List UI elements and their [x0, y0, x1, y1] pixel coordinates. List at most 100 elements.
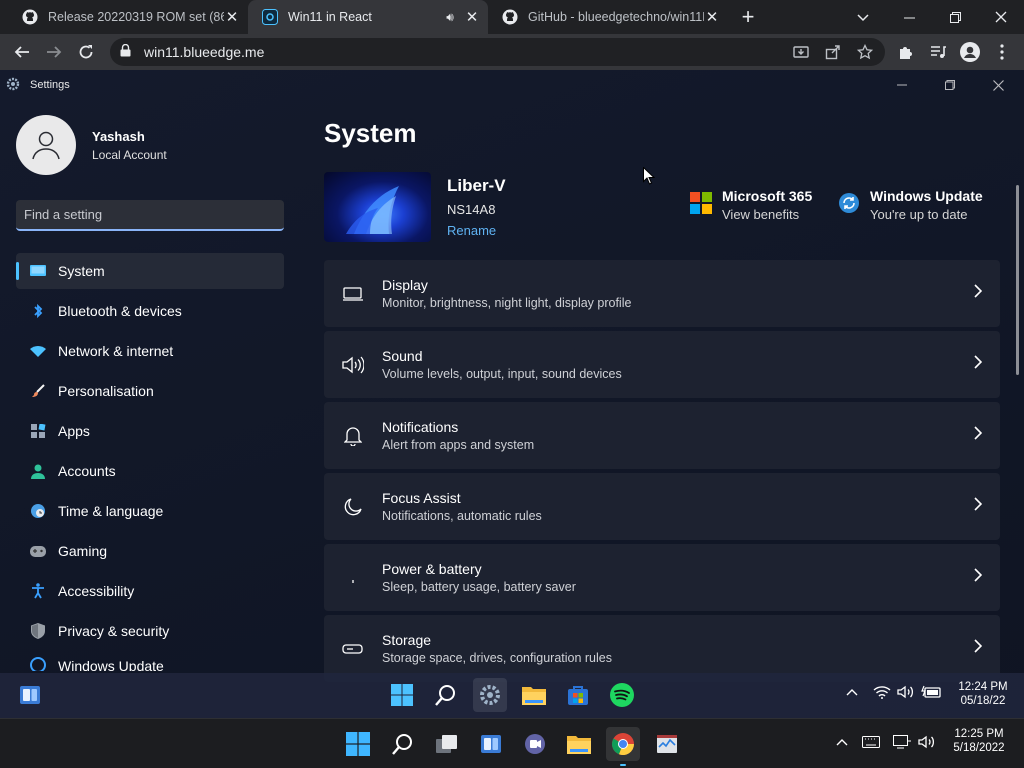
- rename-link[interactable]: Rename: [447, 223, 506, 238]
- arrow-right-icon: [47, 46, 62, 58]
- restore-icon: [949, 11, 961, 23]
- avatar: [16, 115, 76, 175]
- speaker-icon[interactable]: 🔊︎: [442, 10, 458, 25]
- task-manager-icon[interactable]: [650, 727, 684, 761]
- close-icon[interactable]: ✕: [704, 8, 720, 26]
- os-taskbar: 12:25 PM 5/18/2022: [0, 718, 1024, 768]
- lock-icon: [120, 43, 134, 60]
- store-icon[interactable]: [561, 678, 595, 712]
- chevron-up-icon[interactable]: [846, 687, 858, 699]
- menu-kebab-icon[interactable]: [990, 40, 1014, 64]
- new-tab-button[interactable]: +: [736, 4, 760, 30]
- settings-maximize-button[interactable]: [926, 70, 974, 100]
- nav-item-gaming[interactable]: Gaming: [16, 533, 284, 569]
- spotify-icon[interactable]: [605, 678, 639, 712]
- share-icon[interactable]: [822, 41, 844, 63]
- tab-title: Release 20220319 ROM set (86Bo: [48, 10, 224, 24]
- restore-button[interactable]: [932, 0, 978, 34]
- card-sound[interactable]: Sound Volume levels, output, input, soun…: [324, 331, 1000, 398]
- file-explorer-icon[interactable]: [562, 727, 596, 761]
- start-windows-icon[interactable]: [385, 678, 419, 712]
- web-clock[interactable]: 12:24 PM 05/18/22: [955, 681, 1011, 707]
- settings-close-button[interactable]: [974, 70, 1022, 100]
- network-monitor-icon[interactable]: [893, 735, 911, 752]
- card-storage[interactable]: Storage Storage space, drives, configura…: [324, 615, 1000, 682]
- start-windows-icon[interactable]: [341, 727, 375, 761]
- bell-icon: [324, 426, 382, 446]
- settings-app-icon[interactable]: [473, 678, 507, 712]
- nav-item-accounts[interactable]: Accounts: [16, 453, 284, 489]
- settings-titlebar: Settings: [0, 70, 1024, 100]
- tab-win11-react[interactable]: Win11 in React 🔊︎ ✕: [248, 0, 488, 34]
- tab-github-repo[interactable]: GitHub - blueedgetechno/win11R ✕: [488, 0, 728, 34]
- minimize-button[interactable]: [886, 0, 932, 34]
- tab-search-button[interactable]: [840, 0, 886, 34]
- search-icon[interactable]: [429, 678, 463, 712]
- close-window-button[interactable]: [978, 0, 1024, 34]
- speaker-icon: [324, 356, 382, 374]
- bookmark-star-icon[interactable]: [854, 41, 876, 63]
- tab-release-rom[interactable]: Release 20220319 ROM set (86Bo ✕: [8, 0, 248, 34]
- volume-icon[interactable]: [918, 735, 936, 752]
- reload-button[interactable]: [72, 38, 100, 66]
- content-scrollbar[interactable]: [1016, 185, 1019, 375]
- settings-search-input[interactable]: [16, 200, 284, 231]
- battery-icon[interactable]: [921, 685, 941, 702]
- chevron-right-icon: [974, 568, 983, 587]
- card-focus-assist[interactable]: Focus Assist Notifications, automatic ru…: [324, 473, 1000, 540]
- nav-item-network[interactable]: Network & internet: [16, 333, 284, 369]
- nav-item-label: Time & language: [58, 503, 164, 519]
- nav-item-time-language[interactable]: Time & language: [16, 493, 284, 529]
- shield-icon: [30, 623, 46, 639]
- web-taskbar: 12:24 PM 05/18/22: [0, 673, 1024, 718]
- account-type: Local Account: [92, 147, 167, 162]
- back-button[interactable]: [8, 38, 36, 66]
- chevron-up-icon[interactable]: [836, 737, 848, 749]
- nav-item-personalisation[interactable]: Personalisation: [16, 373, 284, 409]
- user-profile[interactable]: Yashash Local Account: [16, 115, 167, 175]
- clock-time: 12:24 PM: [958, 681, 1008, 693]
- nav-item-apps[interactable]: Apps: [16, 413, 284, 449]
- card-notifications[interactable]: Notifications Alert from apps and system: [324, 402, 1000, 469]
- windows-update-link[interactable]: Windows Update You're up to date: [838, 188, 983, 222]
- close-icon[interactable]: ✕: [224, 8, 240, 26]
- nav-item-accessibility[interactable]: Accessibility: [16, 573, 284, 609]
- card-subtitle: Notifications, automatic rules: [382, 509, 542, 523]
- close-icon[interactable]: ✕: [464, 8, 480, 26]
- nav-item-windows-update[interactable]: Windows Update: [16, 653, 284, 671]
- search-icon[interactable]: [386, 727, 420, 761]
- microsoft-logo-icon: [690, 191, 712, 219]
- microsoft-365-link[interactable]: Microsoft 365 View benefits: [690, 188, 812, 222]
- page-title: System: [324, 118, 417, 148]
- nav-item-system[interactable]: System: [16, 253, 284, 289]
- widgets-icon[interactable]: [13, 678, 47, 712]
- nav-item-label: Bluetooth & devices: [58, 303, 182, 319]
- wifi-icon: [30, 343, 46, 359]
- globe-clock-icon: [30, 503, 46, 519]
- nav-item-privacy[interactable]: Privacy & security: [16, 613, 284, 649]
- task-view-icon[interactable]: [430, 727, 464, 761]
- wifi-icon[interactable]: [873, 685, 891, 702]
- file-explorer-icon[interactable]: [517, 678, 551, 712]
- close-icon: [995, 11, 1007, 23]
- install-app-icon[interactable]: [790, 41, 812, 63]
- keyboard-icon[interactable]: [862, 736, 880, 751]
- os-clock[interactable]: 12:25 PM 5/18/2022: [950, 728, 1008, 754]
- card-power-battery[interactable]: Power & battery Sleep, battery usage, ba…: [324, 544, 1000, 611]
- extensions-puzzle-icon[interactable]: [894, 40, 918, 64]
- address-bar[interactable]: win11.blueedge.me: [110, 38, 885, 66]
- nav-item-label: System: [58, 263, 105, 279]
- card-display[interactable]: Display Monitor, brightness, night light…: [324, 260, 1000, 327]
- settings-minimize-button[interactable]: [878, 70, 926, 100]
- nav-item-bluetooth[interactable]: Bluetooth & devices: [16, 293, 284, 329]
- volume-icon[interactable]: [897, 685, 915, 702]
- widgets-icon[interactable]: [474, 727, 508, 761]
- chrome-icon[interactable]: [606, 727, 640, 761]
- media-control-icon[interactable]: [926, 40, 950, 64]
- settings-nav: System Bluetooth & devices Network & int…: [16, 253, 284, 675]
- quick-subtitle: You're up to date: [870, 207, 968, 222]
- tab-title: Win11 in React: [288, 10, 372, 24]
- forward-button[interactable]: [40, 38, 68, 66]
- profile-icon[interactable]: [958, 40, 982, 64]
- teams-chat-icon[interactable]: [518, 727, 552, 761]
